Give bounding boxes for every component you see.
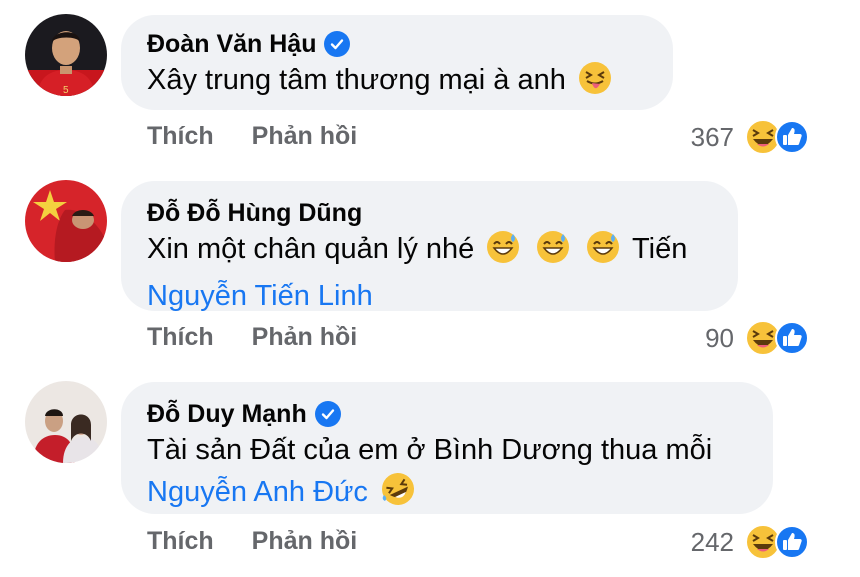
reply-button[interactable]: Phản hồi — [252, 527, 358, 556]
author-name[interactable]: Đỗ Đỗ Hùng Dũng — [147, 197, 362, 229]
verified-badge-icon — [324, 31, 351, 57]
reaction-count: 367 — [690, 121, 734, 152]
grinning-sweat-emoji — [536, 230, 570, 276]
reaction-summary[interactable]: 90 — [705, 319, 810, 357]
comment-bubble: Đỗ Đỗ Hùng Dũng Xin một chân quản lý nhé — [121, 181, 738, 312]
reply-button[interactable]: Phản hồi — [252, 122, 358, 151]
comment-body: Xây trung tâm thương mại à anh — [147, 64, 566, 96]
comment-text: Xây trung tâm thương mại à anh — [147, 60, 645, 107]
comment-text-line2: Nguyễn Anh Đức — [147, 471, 745, 519]
author-name[interactable]: Đoàn Văn Hậu — [147, 28, 316, 60]
comment-actions: Thích Phản hồi — [147, 323, 357, 352]
reaction-summary[interactable]: 242 — [691, 523, 810, 561]
verified-badge-icon — [314, 401, 341, 427]
reaction-summary[interactable]: 367 — [691, 118, 810, 156]
like-button[interactable]: Thích — [147, 323, 214, 352]
comment-text: Tài sản Đất của em ở Bình Dương thua mỗi — [147, 430, 745, 471]
comment-actions: Thích Phản hồi — [147, 527, 357, 556]
grinning-sweat-emoji — [486, 230, 520, 276]
avatar[interactable]: 5 — [25, 14, 107, 96]
author-name[interactable]: Đỗ Duy Mạnh — [147, 398, 307, 430]
rolling-laughing-emoji — [380, 471, 416, 519]
comment-text-line2: Nguyễn Tiến Linh — [147, 276, 710, 317]
avatar[interactable] — [25, 381, 107, 463]
like-button[interactable]: Thích — [147, 122, 214, 151]
comment-bubble: Đoàn Văn Hậu Xây trung tâm thương mại à … — [121, 15, 673, 110]
comment-body-continued: Tiến — [632, 233, 688, 265]
squinting-tongue-emoji — [578, 61, 612, 107]
svg-text:5: 5 — [63, 85, 69, 96]
like-button[interactable]: Thích — [147, 527, 214, 556]
comment-author[interactable]: Đỗ Duy Mạnh — [147, 398, 745, 430]
comment-text: Xin một chân quản lý nhé Tiến — [147, 229, 710, 276]
comment-actions: Thích Phản hồi — [147, 122, 357, 151]
avatar[interactable] — [25, 180, 107, 262]
reply-button[interactable]: Phản hồi — [252, 323, 358, 352]
mention-link[interactable]: Nguyễn Tiến Linh — [147, 280, 373, 312]
like-icon — [774, 320, 810, 356]
like-icon — [774, 119, 810, 155]
comment-body: Tài sản Đất của em ở Bình Dương thua mỗi — [147, 434, 713, 466]
comment-author[interactable]: Đoàn Văn Hậu — [147, 28, 645, 60]
comment-body: Xin một chân quản lý nhé — [147, 233, 475, 265]
comment-bubble: Đỗ Duy Mạnh Tài sản Đất của em ở Bình Dư… — [121, 382, 773, 514]
mention-link[interactable]: Nguyễn Anh Đức — [147, 476, 368, 508]
grinning-sweat-emoji — [586, 230, 620, 276]
comment-author[interactable]: Đỗ Đỗ Hùng Dũng — [147, 197, 710, 229]
like-icon — [774, 524, 810, 560]
reaction-count: 242 — [690, 526, 734, 557]
reaction-count: 90 — [705, 322, 734, 353]
